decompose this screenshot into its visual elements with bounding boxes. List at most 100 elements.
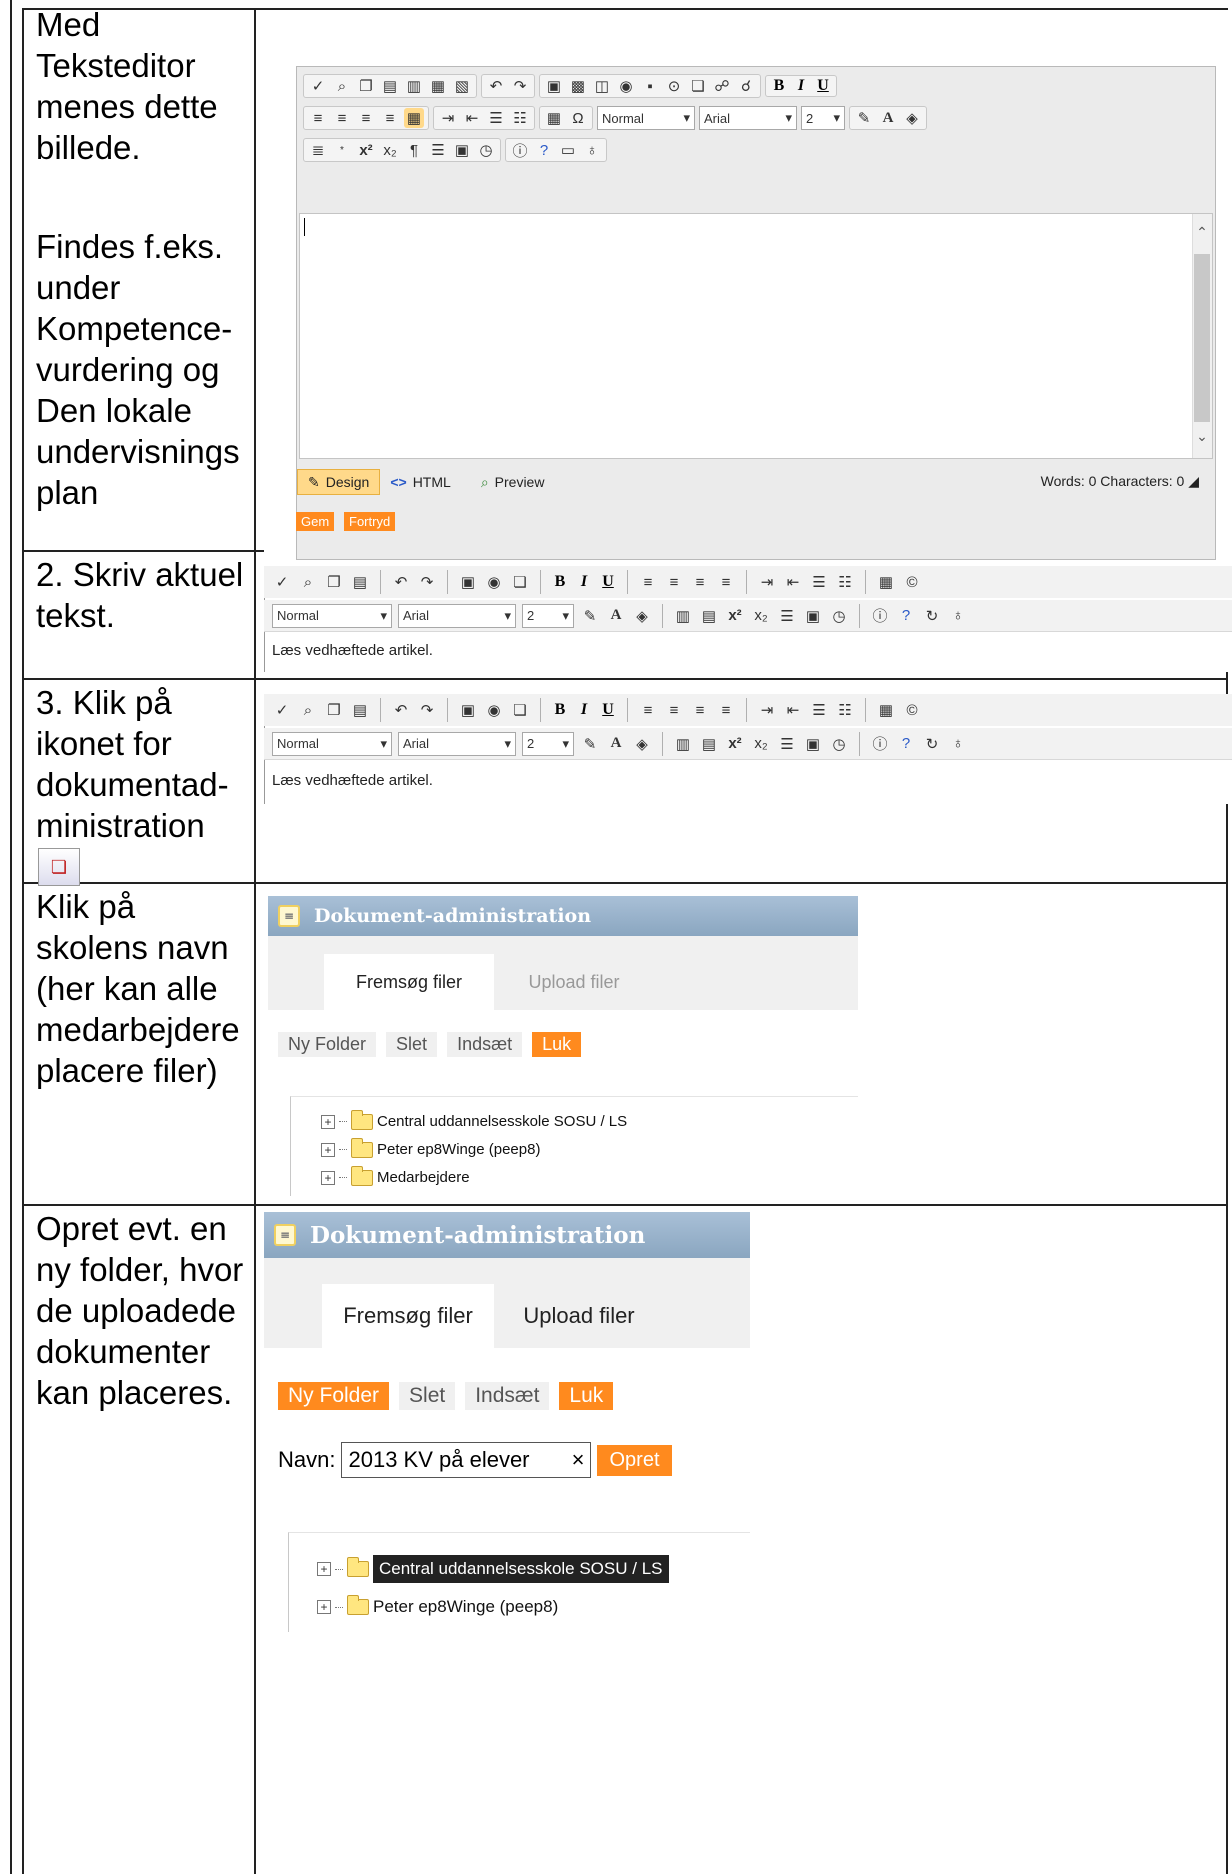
help-icon[interactable]: ? [896, 606, 916, 626]
luk-button[interactable]: Luk [559, 1382, 614, 1410]
redo-icon[interactable]: ↷ [417, 700, 437, 720]
redo-icon[interactable]: ↷ [510, 76, 530, 96]
scrollbar[interactable]: ⌃ ⌄ [1192, 214, 1212, 458]
italic-icon[interactable]: I [792, 77, 810, 95]
align-right-icon[interactable]: ≡ [690, 572, 710, 592]
find-icon[interactable]: ⌕ [298, 572, 318, 592]
superscript-small-icon[interactable]: * [332, 140, 352, 160]
tree-item[interactable]: + Medarbejdere [321, 1165, 470, 1186]
luk-button[interactable]: Luk [532, 1032, 582, 1057]
chevron-up-icon[interactable]: ⌃ [1194, 224, 1210, 241]
align-center-icon[interactable]: ≡ [664, 572, 684, 592]
indsaet-button[interactable]: Indsæt [447, 1032, 523, 1057]
ny-folder-button[interactable]: Ny Folder [278, 1382, 390, 1410]
tree-item[interactable]: + Central uddannelsesskole SOSU / LS [321, 1109, 627, 1130]
find-icon[interactable]: ⌕ [332, 76, 352, 96]
tab-fremsog-filer[interactable]: Fremsøg filer [324, 954, 494, 1010]
copy-icon[interactable]: ❐ [324, 572, 344, 592]
background-color-icon[interactable]: ◈ [902, 108, 922, 128]
document-manager-icon[interactable]: ❏ [510, 572, 530, 592]
italic-icon[interactable]: I [575, 701, 593, 719]
clear-icon[interactable]: × [572, 1447, 585, 1473]
tab-upload-filer[interactable]: Upload filer [494, 1284, 664, 1348]
marker-icon[interactable]: ♁ [948, 734, 968, 754]
copyright-icon[interactable]: © [902, 700, 922, 720]
table-icon[interactable]: ▦ [876, 572, 896, 592]
bullet-list-icon[interactable]: ☷ [510, 108, 530, 128]
style-select[interactable]: Normal ▾ [272, 731, 392, 756]
fortryd-button[interactable]: Fortryd [344, 512, 396, 531]
hyperlink-icon[interactable]: ☍ [712, 76, 732, 96]
font-color-icon[interactable]: A [606, 734, 626, 754]
tab-upload-filer[interactable]: Upload filer [494, 954, 654, 1010]
insert-column-icon[interactable]: ▤ [699, 734, 719, 754]
indent-icon[interactable]: ⇥ [757, 572, 777, 592]
tree-item[interactable]: + Peter ep8Winge (peep8) [317, 1595, 558, 1617]
underline-icon[interactable]: U [599, 701, 617, 719]
align-right-icon[interactable]: ≡ [356, 108, 376, 128]
outdent-icon[interactable]: ⇤ [783, 700, 803, 720]
subscript-icon[interactable]: x₂ [380, 140, 400, 160]
plus-icon[interactable]: + [321, 1142, 335, 1157]
editor-content[interactable]: Læs vedhæftede artikel. [272, 772, 433, 789]
refresh-icon[interactable]: ↻ [922, 734, 942, 754]
form-icon[interactable]: ▭ [558, 140, 578, 160]
symbol-icon[interactable]: Ω [568, 108, 588, 128]
image-map-icon[interactable]: ▩ [568, 76, 588, 96]
format-icon[interactable]: ▦ [404, 108, 424, 128]
resize-grip-icon[interactable]: ◢ [1188, 473, 1199, 489]
paste-html-icon[interactable]: ▧ [452, 76, 472, 96]
plus-icon[interactable]: + [317, 1600, 331, 1614]
refresh-icon[interactable]: ↻ [922, 606, 942, 626]
image-icon[interactable]: ▣ [544, 76, 564, 96]
info-icon[interactable]: ⓘ [870, 606, 890, 626]
chevron-down-icon[interactable]: ⌄ [1194, 428, 1210, 445]
indent-icon[interactable]: ⇥ [438, 108, 458, 128]
font-color-icon[interactable]: A [878, 108, 898, 128]
font-color-icon[interactable]: A [606, 606, 626, 626]
spellcheck-icon[interactable]: ✓ [308, 76, 328, 96]
indent-icon[interactable]: ⇥ [757, 700, 777, 720]
date-icon[interactable]: ▣ [803, 606, 823, 626]
table-icon[interactable]: ▦ [876, 700, 896, 720]
folder-name-input[interactable]: 2013 KV på elever × [341, 1442, 592, 1478]
table-icon[interactable]: ▦ [544, 108, 564, 128]
document-manager-icon[interactable]: ❏ [510, 700, 530, 720]
align-left-icon[interactable]: ≡ [638, 572, 658, 592]
slet-button[interactable]: Slet [386, 1032, 438, 1057]
size-select[interactable]: 2 ▾ [522, 731, 574, 756]
outdent-icon[interactable]: ⇤ [462, 108, 482, 128]
subscript-icon[interactable]: x₂ [751, 606, 771, 626]
media-icon[interactable]: ▪ [640, 76, 660, 96]
superscript-icon[interactable]: x² [725, 734, 745, 754]
paragraph-icon[interactable]: ≣ [308, 140, 328, 160]
clock-icon[interactable]: ◷ [476, 140, 496, 160]
spellcheck-icon[interactable]: ✓ [272, 572, 292, 592]
tab-design[interactable]: ✎ Design [297, 469, 381, 495]
undo-icon[interactable]: ↶ [391, 700, 411, 720]
size-select[interactable]: 2 ▾ [522, 603, 574, 628]
editor-content-area[interactable]: ⌃ ⌄ [299, 213, 1213, 459]
justify-icon[interactable]: ≡ [716, 700, 736, 720]
date-icon[interactable]: ▣ [803, 734, 823, 754]
info-icon[interactable]: ⓘ [870, 734, 890, 754]
highlight-icon[interactable]: ✎ [854, 108, 874, 128]
align-center-icon[interactable]: ≡ [332, 108, 352, 128]
style-select[interactable]: Normal ▾ [597, 106, 695, 130]
paste-icon[interactable]: ▤ [380, 76, 400, 96]
help-icon[interactable]: ? [534, 140, 554, 160]
bold-icon[interactable]: B [551, 701, 569, 719]
paste-icon[interactable]: ▤ [350, 572, 370, 592]
copy-icon[interactable]: ❐ [324, 700, 344, 720]
opret-button[interactable]: Opret [597, 1444, 672, 1476]
unlink-icon[interactable]: ☌ [736, 76, 756, 96]
copy-icon[interactable]: ❐ [356, 76, 376, 96]
insert-row-icon[interactable]: ▥ [673, 734, 693, 754]
numbered-list-icon[interactable]: ☰ [809, 572, 829, 592]
subscript-icon[interactable]: x₂ [751, 734, 771, 754]
spellcheck-icon[interactable]: ✓ [272, 700, 292, 720]
pilcrow-icon[interactable]: ¶ [404, 140, 424, 160]
background-color-icon[interactable]: ◈ [632, 734, 652, 754]
align-center-icon[interactable]: ≡ [664, 700, 684, 720]
bullet-list-icon[interactable]: ☷ [835, 572, 855, 592]
